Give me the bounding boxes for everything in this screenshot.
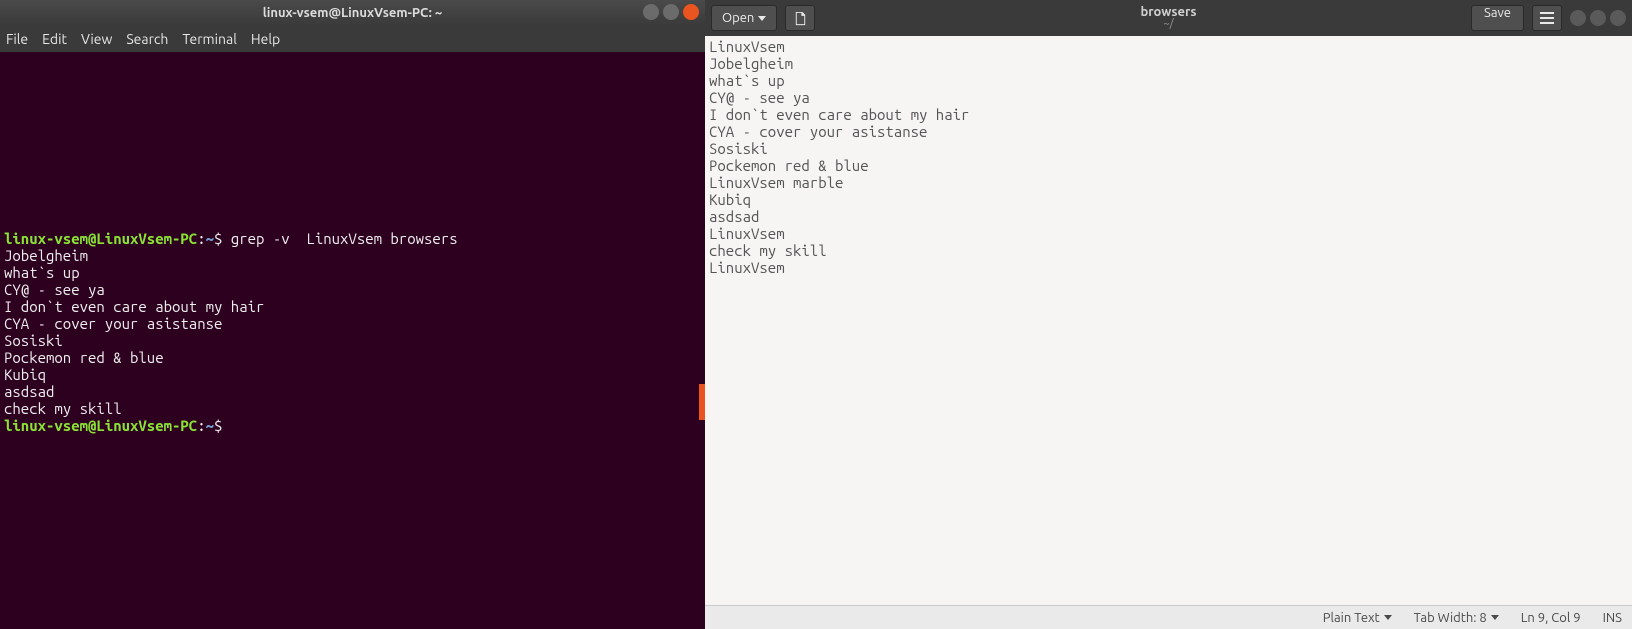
status-tab-width[interactable]: Tab Width: 8 (1414, 611, 1499, 625)
editor-line: LinuxVsem (709, 225, 1628, 242)
terminal-title: linux-vsem@LinuxVsem-PC: ~ (263, 6, 442, 20)
editor-document-path: ~/ (1140, 18, 1196, 30)
editor-line: Kubiq (709, 191, 1628, 208)
chevron-down-icon (758, 16, 766, 21)
status-tab-width-label: Tab Width: 8 (1414, 611, 1487, 625)
menu-help[interactable]: Help (251, 31, 280, 47)
hamburger-icon (1540, 12, 1554, 24)
open-button-label: Open (722, 11, 754, 25)
chevron-down-icon (1491, 615, 1499, 620)
editor-line: check my skill (709, 242, 1628, 259)
close-icon[interactable] (1610, 10, 1626, 26)
prompt-path: ~ (206, 230, 214, 247)
chevron-down-icon (1384, 615, 1392, 620)
terminal-menubar: File Edit View Search Terminal Help (0, 26, 705, 52)
editor-line: Jobelgheim (709, 55, 1628, 72)
editor-window-controls (1570, 10, 1626, 26)
minimize-icon[interactable] (1570, 10, 1586, 26)
status-syntax[interactable]: Plain Text (1323, 611, 1392, 625)
open-button[interactable]: Open (711, 5, 777, 31)
status-position-label: Ln 9, Col 9 (1521, 611, 1581, 625)
editor-text-area[interactable]: LinuxVsem Jobelgheim what`s up CY@ - see… (705, 36, 1632, 605)
prompt-user-host: linux-vsem@LinuxVsem-PC (4, 230, 197, 247)
status-cursor-position[interactable]: Ln 9, Col 9 (1521, 611, 1581, 625)
editor-line: asdsad (709, 208, 1628, 225)
editor-window: Open browsers ~/ Save LinuxVsem Jobelghe… (705, 0, 1632, 629)
status-insert-mode[interactable]: INS (1603, 611, 1622, 625)
terminal-output-line: CY@ - see ya (4, 281, 701, 298)
terminal-output-line: CYA - cover your asistanse (4, 315, 701, 332)
minimize-icon[interactable] (643, 4, 659, 20)
status-syntax-label: Plain Text (1323, 611, 1380, 625)
terminal-output-line: Sosiski (4, 332, 701, 349)
editor-line: LinuxVsem (709, 38, 1628, 55)
terminal-scrollbar[interactable] (699, 384, 705, 420)
terminal-prompt-line: linux-vsem@LinuxVsem-PC:~$ (4, 417, 701, 434)
new-document-button[interactable] (785, 5, 815, 31)
editor-line: LinuxVsem (709, 259, 1628, 276)
hamburger-menu-button[interactable] (1532, 5, 1562, 31)
editor-line: I don`t even care about my hair (709, 106, 1628, 123)
maximize-icon[interactable] (663, 4, 679, 20)
terminal-prompt-line: linux-vsem@LinuxVsem-PC:~$ grep -v Linux… (4, 230, 701, 247)
menu-file[interactable]: File (6, 31, 28, 47)
editor-line: Sosiski (709, 140, 1628, 157)
editor-line: Pockemon red & blue (709, 157, 1628, 174)
editor-line: LinuxVsem marble (709, 174, 1628, 191)
close-icon[interactable] (683, 4, 699, 20)
terminal-output-line: I don`t even care about my hair (4, 298, 701, 315)
new-document-icon (793, 11, 808, 26)
terminal-output-line: check my skill (4, 400, 701, 417)
terminal-window: linux-vsem@LinuxVsem-PC: ~ File Edit Vie… (0, 0, 705, 629)
status-insert-label: INS (1603, 611, 1622, 625)
editor-statusbar: Plain Text Tab Width: 8 Ln 9, Col 9 INS (705, 605, 1632, 629)
terminal-output-line: what`s up (4, 264, 701, 281)
editor-title-area: browsers ~/ (1140, 6, 1196, 30)
editor-line: CY@ - see ya (709, 89, 1628, 106)
terminal-output-line: Jobelgheim (4, 247, 701, 264)
menu-terminal[interactable]: Terminal (182, 31, 237, 47)
terminal-content: linux-vsem@LinuxVsem-PC:~$ grep -v Linux… (4, 230, 701, 434)
save-button[interactable]: Save (1471, 5, 1524, 31)
editor-line: CYA - cover your asistanse (709, 123, 1628, 140)
editor-headerbar[interactable]: Open browsers ~/ Save (705, 0, 1632, 36)
terminal-output-line: Kubiq (4, 366, 701, 383)
maximize-icon[interactable] (1590, 10, 1606, 26)
terminal-titlebar[interactable]: linux-vsem@LinuxVsem-PC: ~ (0, 0, 705, 26)
menu-view[interactable]: View (81, 31, 112, 47)
terminal-body[interactable]: linux-vsem@LinuxVsem-PC:~$ grep -v Linux… (0, 52, 705, 629)
editor-line: what`s up (709, 72, 1628, 89)
terminal-command: grep -v LinuxVsem browsers (231, 230, 458, 247)
terminal-output-line: asdsad (4, 383, 701, 400)
menu-edit[interactable]: Edit (42, 31, 67, 47)
terminal-output-line: Pockemon red & blue (4, 349, 701, 366)
menu-search[interactable]: Search (126, 31, 168, 47)
terminal-window-controls (643, 4, 699, 20)
editor-document-title: browsers (1140, 6, 1196, 18)
